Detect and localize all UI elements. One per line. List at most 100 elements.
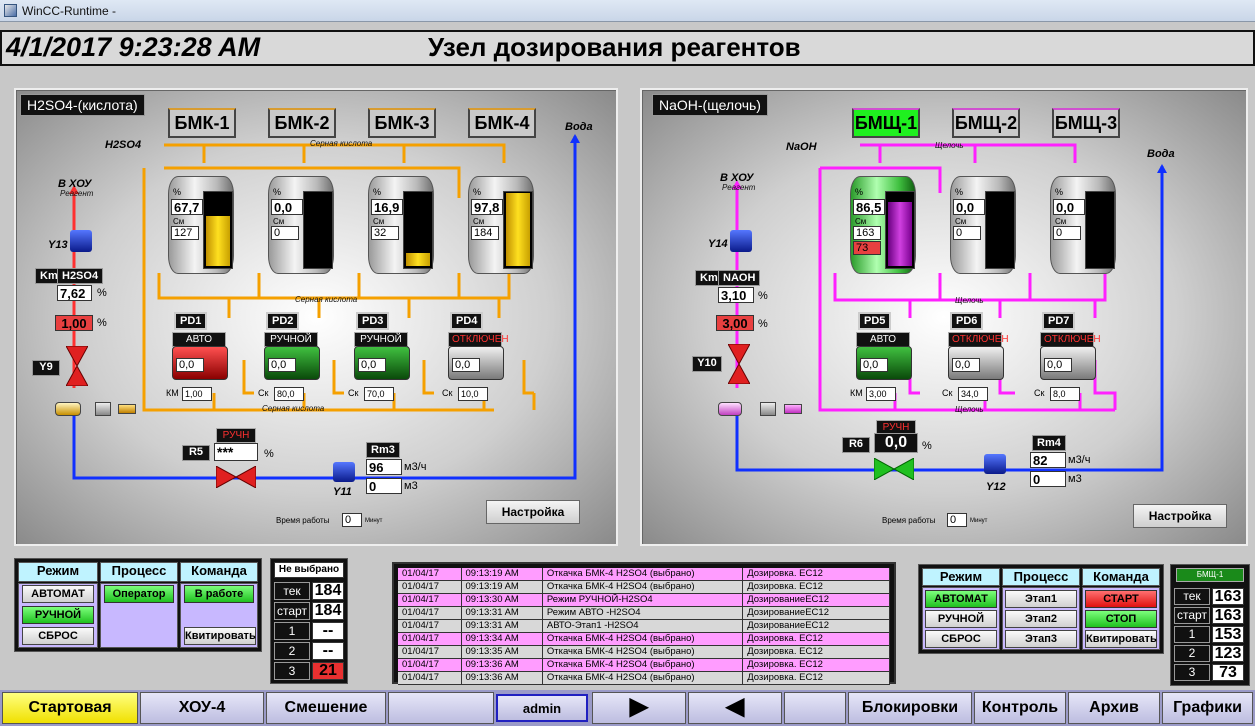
user-button[interactable]: admin: [496, 694, 588, 722]
nav-start-button[interactable]: Стартовая: [2, 692, 138, 724]
event-row[interactable]: 01/04/17 09:13:36 AM Откачка БМК-4 H2SO4 (…: [398, 659, 890, 672]
alkali-start-button[interactable]: СТАРТ: [1085, 590, 1157, 608]
event-row[interactable]: 01/04/17 09:13:31 AM АВТО-Этап1 -H2SO4 Дози…: [398, 620, 890, 633]
km-setpoint-unit: %: [97, 317, 107, 329]
nav-back-button[interactable]: ◀: [688, 692, 782, 724]
event-msg: Режим АВТО -H2SO4: [543, 607, 744, 619]
tank-pct-value: 86,5: [853, 199, 885, 215]
tank-bmk-4[interactable]: % 97,8 См 184: [468, 176, 534, 274]
acid-command-ack-button[interactable]: Квитировать: [184, 627, 256, 645]
event-row[interactable]: 01/04/17 09:13:31 AM Режим АВТО -H2SO4 Дози…: [398, 607, 890, 620]
valve-y13[interactable]: [70, 230, 92, 252]
event-msg: Откачка БМК-4 H2SO4 (выбрано): [543, 672, 744, 684]
event-row[interactable]: 01/04/17 09:13:19 AM Откачка БМК-4 H2SO4 (…: [398, 581, 890, 594]
valve-y12[interactable]: [984, 454, 1006, 474]
counter-row-label: 3: [274, 662, 310, 680]
tank-level-gauge: [1085, 191, 1115, 269]
event-msg: Откачка БМК-4 H2SO4 (выбрано): [543, 568, 744, 580]
acid-process-operator-button[interactable]: Оператор: [104, 585, 174, 603]
rm3-total: 0: [366, 478, 402, 494]
event-src: Дозировка. ЕС12: [743, 568, 890, 580]
tank-bmsch-3[interactable]: % 0,0 См 0: [1050, 176, 1116, 274]
acid-line-label-bottom: Серная кислота: [262, 404, 325, 413]
alkali-stop-button[interactable]: СТОП: [1085, 610, 1157, 628]
km-setpoint[interactable]: 1,00: [55, 315, 93, 331]
event-msg: АВТО-Этап1 -H2SO4: [543, 620, 744, 632]
alkali-stage3-button[interactable]: Этап3: [1005, 630, 1077, 648]
counter-row-label: 3: [1174, 664, 1210, 681]
counter-row-label: 2: [1174, 645, 1210, 662]
valve-y14-label: Y14: [708, 238, 728, 250]
nav-mix-button[interactable]: Смешение: [266, 692, 386, 724]
acid-mixer: [55, 402, 81, 416]
counter-row-label: 1: [274, 622, 310, 640]
acid-reagent-label: H2SO4: [105, 139, 142, 151]
pump-pd4-setting: 10,0: [458, 387, 488, 401]
nav-blocks-button[interactable]: Блокировки: [848, 692, 972, 724]
event-date: 01/04/17: [398, 581, 462, 593]
alkali-ctrl-header-command: Команда: [1082, 568, 1160, 586]
alkali-mode-reset-button[interactable]: СБРОС: [925, 630, 997, 648]
alkali-mode-manual-button[interactable]: РУЧНОЙ: [925, 610, 997, 628]
event-row[interactable]: 01/04/17 09:13:30 AM Режим РУЧНОЙ-H2SO4 Доз…: [398, 594, 890, 607]
valve-r6[interactable]: [874, 458, 914, 480]
tank-bmsch-2[interactable]: % 0,0 См 0: [950, 176, 1016, 274]
tank-pct-value: 0,0: [953, 199, 985, 215]
alkali-stage2-button[interactable]: Этап2: [1005, 610, 1077, 628]
acid-command-working-button[interactable]: В работе: [184, 585, 254, 603]
nav-control-button[interactable]: Контроль: [974, 692, 1066, 724]
nav-graphs-button[interactable]: Графики: [1162, 692, 1253, 724]
alkali-settings-button[interactable]: Настройка: [1133, 504, 1227, 528]
tank-level-gauge: [403, 191, 433, 269]
tank-level-fill: [506, 193, 530, 266]
tank-level-fill: [406, 253, 430, 266]
alkali-ack-button[interactable]: Квитировать: [1085, 630, 1157, 648]
acid-settings-button[interactable]: Настройка: [486, 500, 580, 524]
pump-pd4-value: 0,0: [452, 358, 480, 372]
alkali-check-valve: [760, 402, 776, 416]
alkali-stage1-button[interactable]: Этап1: [1005, 590, 1077, 608]
tank-level-gauge: [303, 191, 333, 269]
valve-y9[interactable]: [66, 346, 88, 386]
tank-cm-value: 32: [371, 226, 399, 240]
event-row[interactable]: 01/04/17 09:13:35 AM Откачка БМК-4 H2SO4 (…: [398, 646, 890, 659]
event-src: Дозировка. ЕС12: [743, 646, 890, 658]
pump-pd5-label: PD5: [858, 312, 892, 330]
event-time: 09:13:31 AM: [462, 620, 543, 632]
tank-pct-sign: %: [955, 187, 964, 197]
alkali-worktime-unit: Минут: [970, 518, 988, 524]
r5-value[interactable]: ***: [214, 443, 258, 461]
event-row[interactable]: 01/04/17 09:13:34 AM Откачка БМК-4 H2SO4 (…: [398, 633, 890, 646]
tank-bmk-3[interactable]: % 16,9 См 32: [368, 176, 434, 274]
valve-y11[interactable]: [333, 462, 355, 482]
acid-mode-reset-button[interactable]: СБРОС: [22, 627, 94, 645]
pump-pd1-label: PD1: [174, 312, 208, 330]
alkali-km-setpoint[interactable]: 3,00: [716, 315, 754, 331]
valve-y10[interactable]: [728, 344, 750, 384]
event-date: 01/04/17: [398, 646, 462, 658]
tank-bmsch-1[interactable]: % 86,5 См 163 73: [850, 176, 916, 274]
nav-forward-button[interactable]: ▶: [592, 692, 686, 724]
acid-mode-auto-button[interactable]: АВТОМАТ: [22, 585, 94, 603]
tank-bmk-2[interactable]: % 0,0 См 0: [268, 176, 334, 274]
acid-mode-manual-button[interactable]: РУЧНОЙ: [22, 606, 94, 624]
rm4-total: 0: [1030, 471, 1066, 487]
tank-bmk-1[interactable]: % 67,7 См 127: [168, 176, 234, 274]
alkali-reagent-small: Реагент: [722, 183, 756, 192]
counter-row-label: 2: [274, 642, 310, 660]
nav-xou4-button[interactable]: ХОУ-4: [140, 692, 264, 724]
valve-r5[interactable]: [216, 466, 256, 488]
pump-pd1-unit: КМ: [166, 388, 179, 398]
event-row[interactable]: 01/04/17 09:13:19 AM Откачка БМК-4 H2SO4 (…: [398, 568, 890, 581]
tank-cm-sign: См: [473, 217, 485, 226]
tank-tag-bmsch-2: БМЩ-2: [952, 108, 1020, 138]
nav-archive-button[interactable]: Архив: [1068, 692, 1160, 724]
alkali-mode-auto-button[interactable]: АВТОМАТ: [925, 590, 997, 608]
event-row[interactable]: 01/04/17 09:13:36 AM Откачка БМК-4 H2SO4 (…: [398, 672, 890, 685]
valve-y14[interactable]: [730, 230, 752, 252]
r6-value[interactable]: 0,0: [874, 433, 918, 453]
pump-pd7-mode: ОТКЛЮЧЕН: [1040, 332, 1101, 347]
tank-tag-bmsch-3: БМЩ-3: [1052, 108, 1120, 138]
valve-y12-label: Y12: [986, 481, 1006, 493]
rm3-flow-unit: м3/ч: [404, 461, 427, 473]
